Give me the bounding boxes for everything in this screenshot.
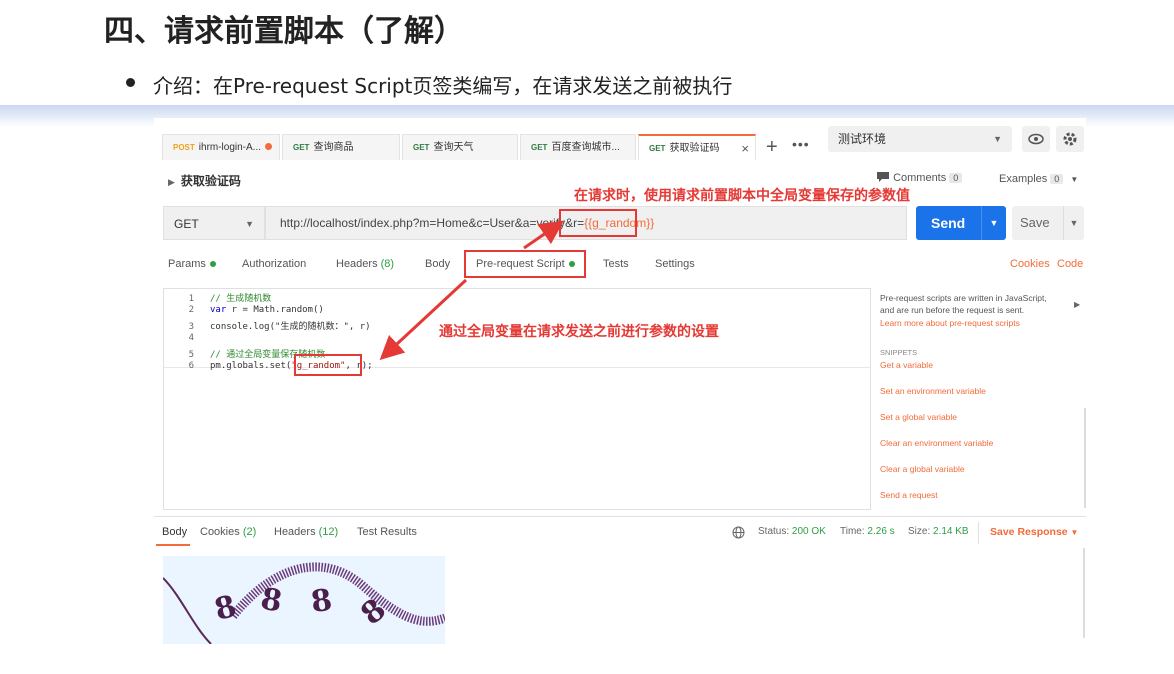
arrow-to-url <box>523 220 564 250</box>
bullet-text: 介绍：在Pre-request Script页签类编写，在请求发送之前被执行 <box>153 74 733 98</box>
slide-title: 四、请求前置脚本（了解） <box>104 14 464 49</box>
annotation-arrows <box>379 220 564 361</box>
postman-window: POST ihrm-login-A... GET 查询商品 GET 查询天气 GET 百… <box>154 118 1086 670</box>
arrow-to-code <box>379 278 468 361</box>
bullet-dot <box>126 78 135 87</box>
